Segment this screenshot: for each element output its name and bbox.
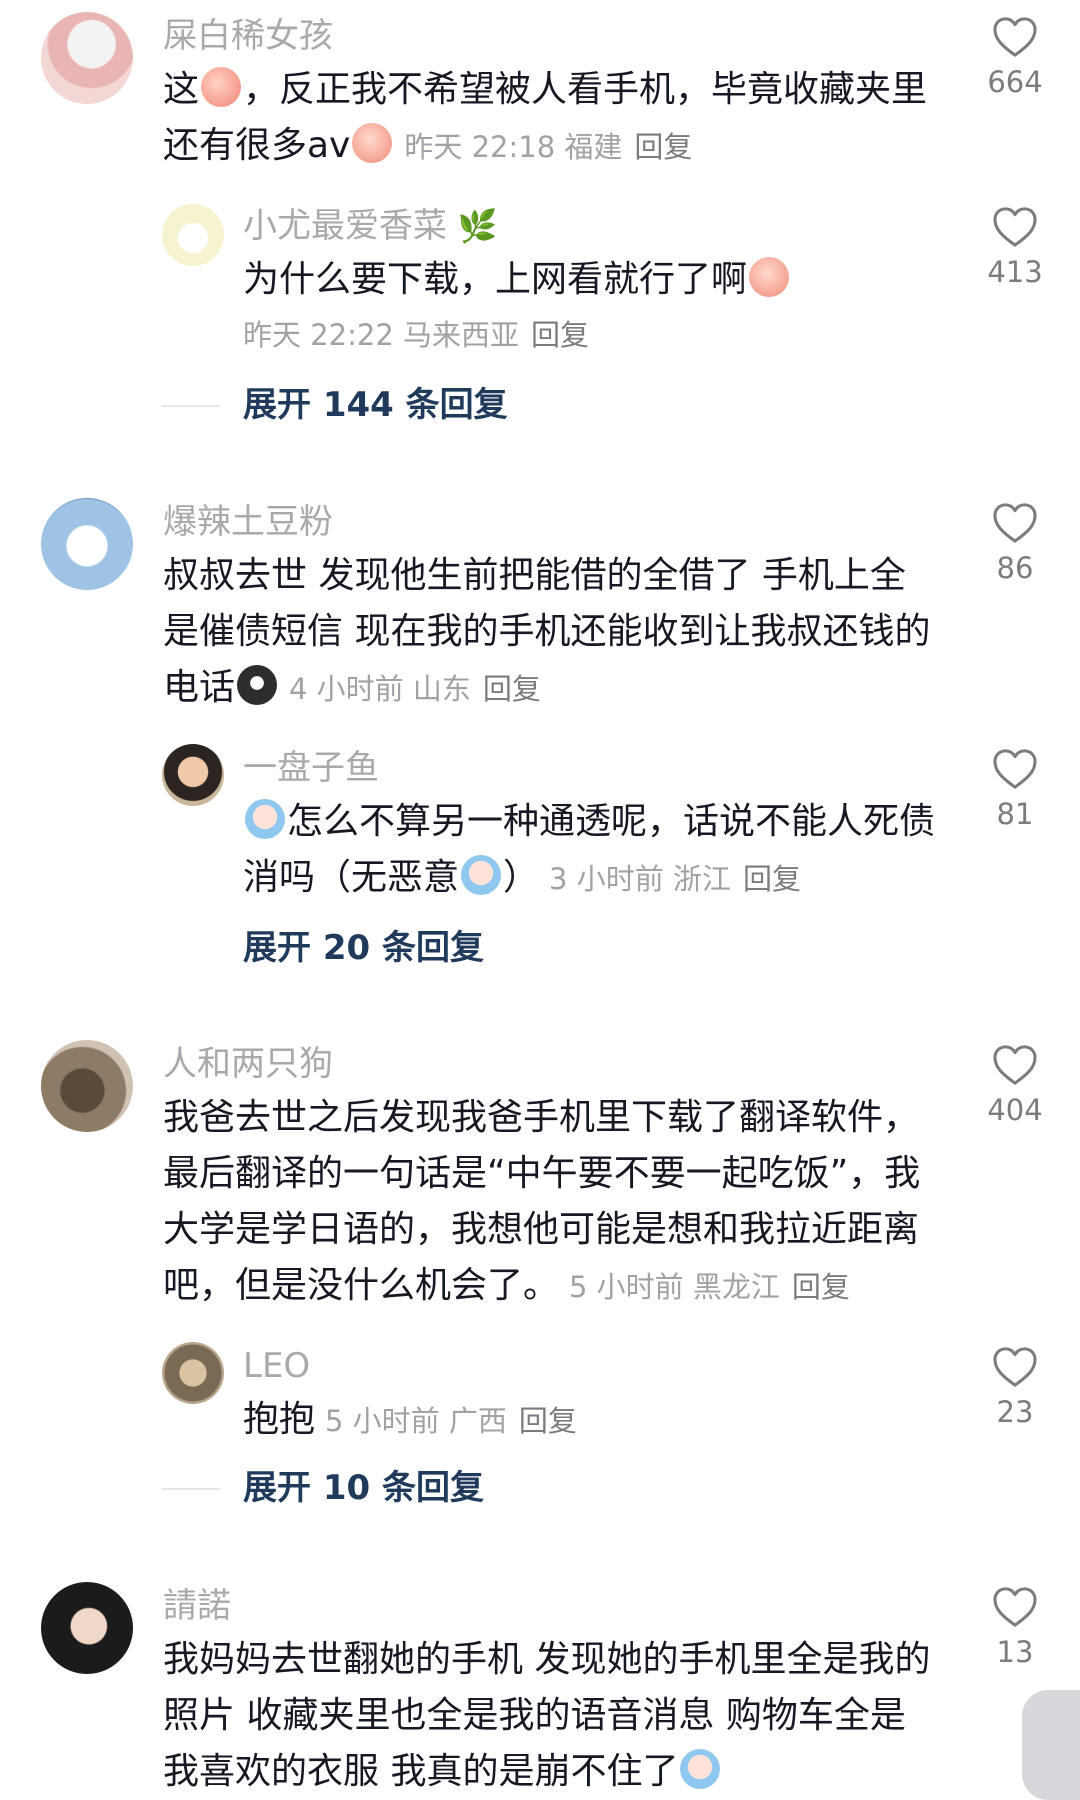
- divider: [162, 405, 220, 407]
- heart-icon: [992, 502, 1038, 544]
- reply-username: 小尤最爱香菜 🌿: [243, 206, 498, 246]
- timestamp: 4 小时前: [289, 672, 404, 706]
- expand-replies-button[interactable]: 展开 144 条回复: [243, 385, 508, 425]
- reply-text: 抱抱 5 小时前 广西 回复: [243, 1392, 963, 1449]
- emoji-icon: [352, 123, 393, 163]
- reply-button[interactable]: 回复: [519, 1404, 577, 1438]
- location: 广西: [448, 1404, 507, 1438]
- like-button[interactable]: 413: [965, 206, 1065, 290]
- reply-username[interactable]: LEO: [243, 1346, 310, 1386]
- like-count: 81: [996, 797, 1034, 831]
- avatar[interactable]: [162, 204, 224, 266]
- like-count: 13: [996, 1635, 1034, 1669]
- timestamp: 5 小时前: [325, 1404, 440, 1438]
- comment-meta: 4 小时前 山东 回复: [289, 672, 541, 706]
- expand-replies-button[interactable]: 展开 10 条回复: [243, 1468, 484, 1508]
- username[interactable]: 請諾: [163, 1586, 231, 1626]
- like-count: 413: [987, 255, 1043, 289]
- comment-text: 叔叔去世 发现他生前把能借的全借了 手机上全是催债短信 现在我的手机还能收到让我…: [163, 548, 933, 717]
- avatar[interactable]: [162, 1342, 224, 1404]
- comment-text: 这，反正我不希望被人看手机，毕竟收藏夹里还有很多av 昨天 22:18 福建 回复: [163, 62, 933, 175]
- heart-icon: [992, 1044, 1038, 1086]
- emoji-icon: [461, 855, 502, 895]
- like-button[interactable]: 664: [965, 16, 1065, 100]
- timestamp: 3 小时前: [549, 862, 664, 896]
- heart-icon: [992, 16, 1038, 58]
- comment-text: 我爸去世之后发现我爸手机里下载了翻译软件，最后翻译的一句话是“中午要不要一起吃饭…: [163, 1090, 933, 1315]
- reply-button[interactable]: 回复: [483, 672, 541, 706]
- avatar[interactable]: [41, 1040, 133, 1132]
- avatar[interactable]: [41, 498, 133, 590]
- like-count: 664: [987, 65, 1043, 99]
- comment-meta: 3 小时前 浙江 回复: [549, 862, 801, 896]
- reply-button[interactable]: 回复: [634, 130, 692, 164]
- like-button[interactable]: 86: [965, 502, 1065, 586]
- like-count: 404: [987, 1093, 1043, 1127]
- comment-text: 我妈妈去世翻她的手机 发现她的手机里全是我的照片 收藏夹里也全是我的语音消息 购…: [163, 1632, 933, 1800]
- avatar[interactable]: [41, 1582, 133, 1674]
- reply-meta-line: 昨天 22:22 马来西亚 回复: [243, 310, 963, 359]
- heart-icon: [992, 748, 1038, 790]
- like-button[interactable]: 13: [965, 1586, 1065, 1670]
- reply-username[interactable]: 一盘子鱼: [243, 748, 379, 788]
- heart-icon: [992, 206, 1038, 248]
- like-count: 86: [996, 551, 1034, 585]
- like-button[interactable]: 81: [965, 748, 1065, 832]
- location: 浙江: [672, 862, 731, 896]
- reply-text: 怎么不算另一种通透呢，话说不能人死债消吗（无恶意） 3 小时前 浙江 回复: [243, 794, 963, 907]
- timestamp: 昨天 22:18: [404, 130, 556, 164]
- timestamp: 5 小时前: [569, 1270, 684, 1304]
- username[interactable]: 人和两只狗: [163, 1044, 333, 1084]
- emoji-icon: [245, 799, 285, 839]
- reply-text: 为什么要下载，上网看就行了啊: [243, 252, 963, 308]
- location: 山东: [412, 672, 471, 706]
- reply-text-part: ）: [503, 857, 540, 898]
- location: 马来西亚: [403, 318, 520, 352]
- expand-replies-button[interactable]: 展开 20 条回复: [243, 928, 484, 968]
- like-count: 23: [996, 1395, 1034, 1429]
- username[interactable]: 爆辣土豆粉: [163, 502, 333, 542]
- reply-username-text[interactable]: 小尤最爱香菜: [243, 206, 447, 246]
- comment-text-part: 这: [163, 69, 200, 110]
- leaf-icon: 🌿: [457, 207, 498, 245]
- heart-icon: [992, 1586, 1038, 1628]
- location: 福建: [564, 130, 623, 164]
- reply-text-content: 为什么要下载，上网看就行了啊: [243, 259, 748, 300]
- divider: [162, 1488, 220, 1490]
- comment-meta: 昨天 22:18 福建 回复: [404, 130, 692, 164]
- emoji-icon: [237, 665, 278, 705]
- emoji-icon: [201, 67, 242, 107]
- comment-meta: 5 小时前 黑龙江 回复: [569, 1270, 850, 1304]
- username[interactable]: 屎白稀女孩: [163, 16, 333, 56]
- location: 黑龙江: [692, 1270, 780, 1304]
- floating-handle[interactable]: [1022, 1690, 1080, 1800]
- like-button[interactable]: 23: [965, 1346, 1065, 1430]
- avatar[interactable]: [162, 744, 224, 806]
- comment-meta: 5 小时前 广西 回复: [325, 1404, 577, 1438]
- avatar[interactable]: [41, 12, 133, 104]
- heart-icon: [992, 1346, 1038, 1388]
- comment-text-content: 我妈妈去世翻她的手机 发现她的手机里全是我的照片 收藏夹里也全是我的语音消息 购…: [163, 1639, 931, 1792]
- like-button[interactable]: 404: [965, 1044, 1065, 1128]
- reply-button[interactable]: 回复: [792, 1270, 850, 1304]
- reply-button[interactable]: 回复: [743, 862, 801, 896]
- emoji-icon: [749, 257, 790, 297]
- comment-meta: 昨天 22:22 马来西亚 回复: [243, 318, 589, 352]
- reply-button[interactable]: 回复: [531, 318, 589, 352]
- reply-text-content: 抱抱: [243, 1399, 316, 1440]
- timestamp: 昨天 22:22: [243, 318, 394, 352]
- emoji-icon: [680, 1749, 721, 1789]
- comment-text-content: 叔叔去世 发现他生前把能借的全借了 手机上全是催债短信 现在我的手机还能收到让我…: [163, 555, 931, 708]
